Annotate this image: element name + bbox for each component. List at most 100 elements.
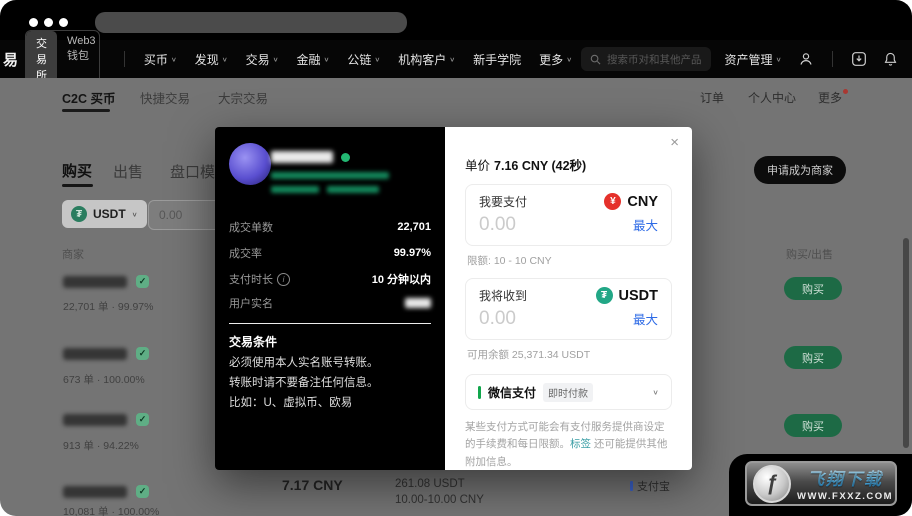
window-dot-1[interactable] <box>29 18 38 27</box>
chevron-down-icon: ∨ <box>132 210 138 217</box>
chevron-down-icon: ∨ <box>324 55 330 62</box>
browser-titlebar <box>0 0 912 40</box>
order-form-panel: × 单价7.16 CNY (42秒) 我要支付 0.00 ¥ CNY 最大 限额… <box>445 127 692 470</box>
buy-usdt-modal: 成交单数 22,701 成交率 99.97% 支付时长i 10 分钟以内 用户实… <box>215 127 692 470</box>
link-orders[interactable]: 订单 <box>700 89 724 106</box>
profile-icon[interactable] <box>798 51 814 67</box>
buy-button[interactable]: 购买 <box>784 414 842 437</box>
instant-payment-badge: 即时付款 <box>543 383 593 402</box>
amount-placeholder: 0.00 <box>159 208 182 222</box>
active-tab-underline <box>62 184 93 187</box>
cny-icon: ¥ <box>604 193 621 210</box>
merchant-stats: 913 单 · 94.22% <box>63 438 139 453</box>
nav-item-assets[interactable]: 资产管理∨ <box>725 51 782 68</box>
watermark-url: WWW.FXXZ.COM <box>797 491 893 502</box>
search-icon <box>590 54 601 65</box>
link-profile-center[interactable]: 个人中心 <box>748 89 796 106</box>
pay-label: 我要支付 <box>479 193 527 210</box>
wechat-pay-bar-icon <box>478 386 481 399</box>
usdt-icon: ₮ <box>596 287 613 304</box>
top-nav: 易 交易所 Web3 钱包 买币∨ 发现∨ 交易∨ 金融∨ 公链∨ 机构客户∨ … <box>0 40 912 78</box>
active-tab-underline <box>62 109 110 112</box>
pay-amount-placeholder: 0.00 <box>479 214 527 236</box>
tag-link[interactable]: 标签 <box>570 438 591 450</box>
app-window: 易 交易所 Web3 钱包 买币∨ 发现∨ 交易∨ 金融∨ 公链∨ 机构客户∨ … <box>0 0 912 516</box>
merchant-meta-blurred <box>271 172 389 179</box>
merchant-name-blurred[interactable] <box>63 348 127 360</box>
pay-currency-select[interactable]: ¥ CNY <box>604 193 658 210</box>
stat-row: 支付时长i 10 分钟以内 <box>229 271 431 287</box>
okx-logo[interactable]: 易 <box>3 49 18 70</box>
close-icon[interactable]: × <box>670 135 679 150</box>
pay-input-box[interactable]: 我要支付 0.00 ¥ CNY 最大 <box>465 184 672 246</box>
tab-c2c-buy[interactable]: C2C 买币 <box>62 88 115 107</box>
merchant-meta-blurred <box>271 186 319 193</box>
usdt-icon: ₮ <box>71 206 87 222</box>
verified-badge-icon: ✓ <box>136 485 149 498</box>
nav-item-academy[interactable]: 新手学院 <box>473 51 521 68</box>
column-header-trade: 购买/出售 <box>786 246 833 262</box>
tab-block-trade[interactable]: 大宗交易 <box>218 88 268 107</box>
merchant-meta-blurred <box>327 186 379 193</box>
tab-express-trade[interactable]: 快捷交易 <box>140 88 190 107</box>
merchant-name-blurred[interactable] <box>63 486 127 498</box>
download-app-icon[interactable] <box>851 51 867 67</box>
receive-input-box[interactable]: 我将收到 0.00 ₮ USDT 最大 <box>465 278 672 340</box>
chevron-down-icon: ∨ <box>776 55 782 62</box>
verified-badge-icon: ✓ <box>136 413 149 426</box>
nav-item-trade[interactable]: 交易∨ <box>246 51 279 68</box>
payment-method-select[interactable]: 微信支付 即时付款 ∨ <box>465 374 672 410</box>
merchant-avatar <box>229 143 271 185</box>
nav-item-buy-crypto[interactable]: 买币∨ <box>144 51 177 68</box>
row-price: 7.17 CNY <box>282 477 343 493</box>
verified-badge-icon: ✓ <box>136 347 149 360</box>
window-dot-2[interactable] <box>44 18 53 27</box>
nav-divider <box>832 51 833 67</box>
nav-item-more[interactable]: 更多∨ <box>539 51 572 68</box>
search-placeholder: 搜索币对和其他产品 <box>607 52 702 67</box>
link-more[interactable]: 更多 <box>818 89 848 106</box>
merchant-name-blurred <box>271 151 333 163</box>
row-limit: 10.00-10.00 CNY <box>395 494 484 506</box>
stat-row: 成交率 99.97% <box>229 245 431 261</box>
merchant-name-blurred[interactable] <box>63 414 127 426</box>
search-input[interactable]: 搜索币对和其他产品 <box>581 47 711 71</box>
buy-button[interactable]: 购买 <box>784 277 842 300</box>
nav-divider <box>124 51 125 67</box>
unit-price: 单价7.16 CNY (42秒) <box>465 155 672 174</box>
nav-item-chain[interactable]: 公链∨ <box>347 51 380 68</box>
merchant-stats: 673 单 · 100.00% <box>63 372 145 387</box>
chevron-down-icon: ∨ <box>374 55 380 62</box>
max-button[interactable]: 最大 <box>596 309 658 328</box>
row-amount: 261.08 USDT <box>395 478 465 490</box>
coin-select[interactable]: ₮ USDT ∨ <box>62 200 147 228</box>
receive-amount-placeholder: 0.00 <box>479 308 527 330</box>
watermark-title: 飞翔下载 <box>807 465 883 490</box>
receive-currency-select[interactable]: ₮ USDT <box>596 287 658 304</box>
chevron-down-icon: ∨ <box>566 55 572 62</box>
window-dot-3[interactable] <box>59 18 68 27</box>
tab-buy[interactable]: 购买 <box>62 160 92 181</box>
fxxz-logo-icon: ƒ <box>753 465 791 503</box>
become-merchant-button[interactable]: 申请成为商家 <box>754 156 846 184</box>
notifications-bell-icon[interactable] <box>883 51 898 67</box>
chevron-down-icon: ∨ <box>171 55 177 62</box>
stat-row: 成交单数 22,701 <box>229 219 431 235</box>
limit-hint: 限额: 10 - 10 CNY <box>467 253 672 268</box>
nav-item-finance[interactable]: 金融∨ <box>297 51 330 68</box>
tab-sell[interactable]: 出售 <box>113 161 143 182</box>
address-bar[interactable] <box>95 12 407 33</box>
chevron-down-icon: ∨ <box>273 55 279 62</box>
merchant-name-blurred[interactable] <box>63 276 127 288</box>
nav-item-institutional[interactable]: 机构客户∨ <box>398 51 455 68</box>
verified-badge-icon: ✓ <box>136 275 149 288</box>
info-icon[interactable]: i <box>277 273 290 286</box>
buy-button[interactable]: 购买 <box>784 346 842 369</box>
nav-item-discover[interactable]: 发现∨ <box>195 51 228 68</box>
chevron-down-icon: ∨ <box>652 388 659 397</box>
fee-note: 某些支付方式可能会有支付服务提供商设定的手续费和每日限额。标签 还可能提供其他附… <box>465 419 672 470</box>
notification-dot <box>843 89 848 94</box>
max-button[interactable]: 最大 <box>604 215 658 234</box>
page-scrollbar[interactable] <box>903 238 909 448</box>
stat-row: 用户实名 <box>229 295 431 311</box>
